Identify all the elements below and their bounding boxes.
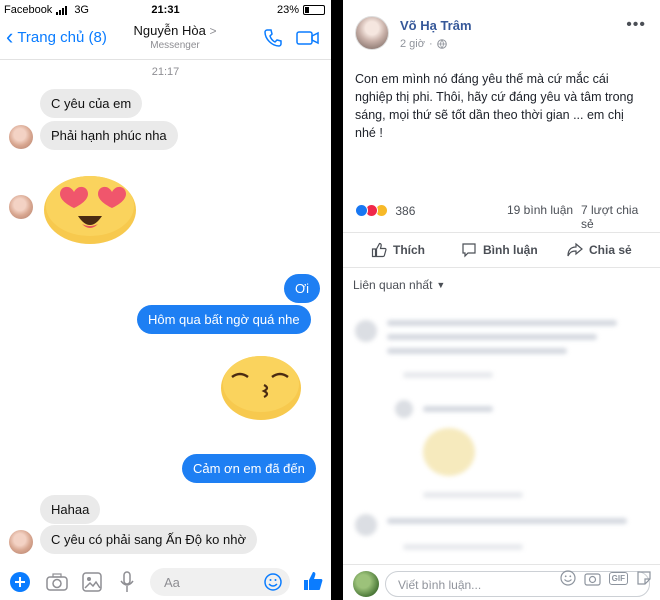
comment-label: Bình luận: [483, 243, 538, 257]
heart-eyes-emoji-icon: [42, 172, 138, 249]
blurred-comments: [343, 300, 660, 560]
author-name[interactable]: Võ Hạ Trâm: [400, 18, 472, 33]
message-input-placeholder: Aa: [164, 575, 180, 590]
comment-input-placeholder: Viết bình luận...: [398, 578, 482, 592]
conversation-header: ‹ Trang chủ (8) Nguyễn Hòa > Messenger: [0, 20, 331, 60]
message-bubble[interactable]: Cảm ơn em đã đến: [182, 454, 316, 483]
globe-icon: [436, 39, 447, 49]
comment-tools: GIF: [560, 570, 652, 586]
post-text: Con em mình nó đáng yêu thế mà cứ mắc cá…: [355, 72, 634, 140]
message-bubble[interactable]: Hahaa: [40, 495, 101, 524]
share-arrow-icon: [567, 242, 583, 257]
post-actions: Thích Bình luận Chia sẻ: [343, 232, 660, 268]
panel-divider: [331, 0, 343, 600]
message-bubble[interactable]: C yêu có phải sang Ấn Độ ko nhờ: [40, 525, 257, 554]
contact-avatar[interactable]: [9, 530, 33, 554]
battery-label: 23%: [276, 4, 299, 16]
back-button[interactable]: ‹ Trang chủ (8): [6, 24, 107, 49]
contact-avatar[interactable]: [9, 195, 33, 219]
contact-subtitle: Messenger: [150, 40, 200, 51]
comment-composer: Viết bình luận... GIF: [343, 564, 660, 600]
microphone-icon[interactable]: [120, 571, 134, 598]
status-bar: Facebook 3G 21:31 23%: [0, 0, 331, 20]
reactions[interactable]: 386: [355, 203, 415, 218]
message-bubble[interactable]: C yêu của em: [40, 89, 143, 118]
emoji-icon[interactable]: [560, 570, 576, 586]
like-reaction-icon: [355, 204, 368, 218]
video-call-icon[interactable]: [296, 30, 320, 51]
user-avatar[interactable]: [353, 571, 379, 597]
facebook-post-screenshot: Võ Hạ Trâm 2 giờ · ••• Con em mình nó đá…: [343, 0, 660, 600]
like-button[interactable]: Thích: [371, 242, 425, 258]
conversation-timestamp: 21:17: [151, 66, 180, 78]
sort-label: Liên quan nhất: [353, 278, 433, 292]
back-label: Trang chủ (8): [17, 28, 107, 46]
battery-icon: [303, 5, 325, 15]
contact-title[interactable]: Nguyễn Hòa > Messenger: [110, 23, 240, 51]
post-time: 2 giờ ·: [400, 38, 447, 50]
kissing-emoji-icon: [220, 351, 302, 426]
comment-icon: [462, 243, 476, 258]
message-bubble[interactable]: Phải hạnh phúc nha: [40, 121, 178, 150]
like-label: Thích: [393, 243, 425, 257]
share-label: Chia sẻ: [589, 243, 632, 257]
gif-icon[interactable]: GIF: [608, 571, 628, 585]
phone-call-icon[interactable]: [263, 28, 283, 53]
camera-icon[interactable]: [584, 571, 601, 586]
comment-button[interactable]: Bình luận: [461, 242, 538, 258]
camera-icon[interactable]: [46, 573, 68, 596]
thumbs-up-icon: [371, 242, 387, 258]
reaction-count: 386: [395, 203, 416, 218]
more-options-icon[interactable]: •••: [626, 16, 646, 34]
photo-icon[interactable]: [82, 572, 102, 597]
comments-count[interactable]: 19 bình luận: [507, 203, 573, 217]
comment-sort-dropdown[interactable]: Liên quan nhất ▼: [353, 278, 445, 292]
message-composer: Aa: [0, 565, 331, 600]
post-time-label: 2 giờ: [400, 38, 425, 50]
emoji-picker-icon[interactable]: [264, 573, 282, 591]
message-bubble[interactable]: Hôm qua bất ngờ quá nhe: [137, 305, 311, 334]
contact-name: Nguyễn Hòa: [133, 23, 206, 38]
shares-count[interactable]: 7 lượt chia sẻ: [581, 203, 651, 231]
message-bubble[interactable]: Ơi: [284, 274, 321, 303]
contact-avatar[interactable]: [9, 125, 33, 149]
caret-down-icon: ▼: [436, 280, 446, 290]
status-right: 23%: [277, 4, 325, 16]
chevron-right-icon: >: [209, 24, 217, 38]
plus-icon[interactable]: [10, 572, 30, 597]
message-input[interactable]: Aa: [150, 568, 290, 596]
messenger-screenshot: Facebook 3G 21:31 23% ‹ Trang chủ (8) Ng…: [0, 0, 331, 600]
chevron-left-icon: ‹: [6, 24, 14, 49]
share-button[interactable]: Chia sẻ: [567, 242, 632, 258]
author-avatar[interactable]: [355, 16, 389, 50]
post-stats: 386 19 bình luận 7 lượt chia sẻ: [355, 203, 651, 231]
thumbs-up-icon[interactable]: [302, 570, 324, 597]
sticker-icon[interactable]: [636, 570, 652, 586]
